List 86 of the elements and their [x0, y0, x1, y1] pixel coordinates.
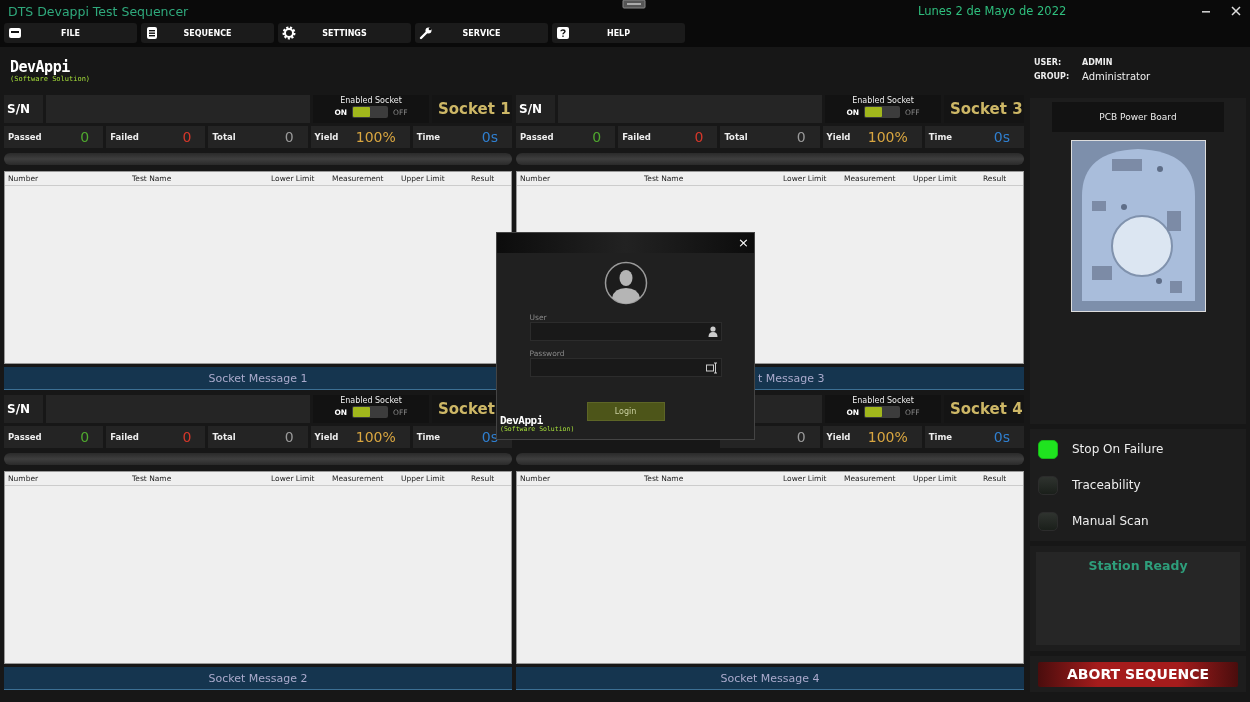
help-icon: [556, 26, 570, 40]
socket-title: Socket 4: [950, 399, 1023, 418]
socket-title: Socket: [438, 399, 495, 418]
window-title: DTS Devappi Test Sequencer: [8, 3, 190, 19]
abort-button[interactable]: ABORT SEQUENCE: [1038, 661, 1238, 687]
enable-toggle[interactable]: [352, 406, 389, 418]
box-icon: [8, 26, 22, 40]
close-button[interactable]: ×: [733, 233, 754, 253]
stat-value: 0s: [481, 128, 498, 145]
stat-label: Yield: [826, 131, 851, 142]
enable-label: Enabled Socket: [340, 395, 402, 406]
menu-button[interactable]: HELP: [552, 23, 685, 43]
serial-label: S/N: [7, 101, 31, 116]
date-label: Lunes 2 de Mayo de 2022: [918, 4, 1067, 18]
stat-value: 100%: [867, 128, 908, 145]
stat-value: 0: [796, 428, 806, 445]
serial-label: S/N: [519, 101, 543, 116]
logo-name: DevAppi: [500, 415, 543, 426]
window-icon: [622, 0, 646, 9]
login-button[interactable]: Login: [586, 402, 665, 421]
socket-message: Socket Message 4: [720, 671, 820, 685]
stat-value: 0: [284, 128, 294, 145]
stat-value: 0: [592, 128, 602, 145]
socket-message: Socket Message 1: [208, 371, 308, 385]
close-icon[interactable]: [1230, 5, 1242, 17]
avatar-icon: [603, 261, 648, 305]
enable-toggle[interactable]: [352, 106, 389, 118]
serial-label: S/N: [7, 401, 31, 416]
menu-button[interactable]: SERVICE: [415, 23, 548, 43]
stat-label: Failed: [110, 131, 139, 142]
stat-value: 0: [694, 128, 704, 145]
option-label: Manual Scan: [1072, 514, 1149, 528]
stat-value: 100%: [355, 428, 396, 445]
stat-label: Total: [212, 431, 236, 442]
stat-label: Time: [416, 431, 441, 442]
person-icon: [707, 326, 718, 337]
menu-button[interactable]: SEQUENCE: [141, 23, 274, 43]
option-label: Traceability: [1072, 478, 1141, 492]
stat-label: Yield: [826, 431, 851, 442]
settings-icon: [282, 26, 296, 40]
stat-label: Time: [928, 431, 953, 442]
stat-label: Time: [928, 131, 953, 142]
stat-value: 100%: [867, 428, 908, 445]
stat-label: Passed: [8, 431, 42, 442]
document-icon: [145, 26, 159, 40]
stat-label: Passed: [520, 131, 554, 142]
wrench-icon: [419, 26, 433, 40]
logo-name: DevAppi: [10, 59, 70, 75]
socket-title: Socket 3: [950, 99, 1023, 118]
stat-label: Failed: [110, 431, 139, 442]
stat-value: 0: [284, 428, 294, 445]
socket-message: t Message 3: [758, 371, 825, 385]
group-label: GROUP:: [1034, 72, 1071, 81]
stat-label: Yield: [314, 131, 339, 142]
menu-button[interactable]: FILE: [4, 23, 137, 43]
stat-value: 0s: [993, 428, 1010, 445]
stat-value: 0: [182, 128, 192, 145]
stat-label: Passed: [8, 131, 42, 142]
stat-value: 0: [182, 428, 192, 445]
enable-label: Enabled Socket: [340, 95, 402, 106]
enable-label: Enabled Socket: [852, 395, 914, 406]
stat-label: Yield: [314, 431, 339, 442]
stat-label: Time: [416, 131, 441, 142]
enable-label: Enabled Socket: [852, 95, 914, 106]
enable-toggle[interactable]: [864, 106, 901, 118]
stat-value: 0: [80, 128, 90, 145]
stat-value: 0: [796, 128, 806, 145]
enable-toggle[interactable]: [864, 406, 901, 418]
stat-value: 100%: [355, 128, 396, 145]
option-indicator[interactable]: [1038, 439, 1058, 459]
status-text: Station Ready: [1088, 558, 1188, 575]
socket-message: Socket Message 2: [208, 671, 308, 685]
user-label: USER:: [1034, 58, 1063, 67]
stat-value: 0: [80, 428, 90, 445]
stat-value: 0s: [993, 128, 1010, 145]
product-name: PCB Power Board: [1052, 102, 1224, 132]
user-field[interactable]: [529, 322, 722, 341]
menu-button[interactable]: SETTINGS: [278, 23, 411, 43]
stat-label: Total: [212, 131, 236, 142]
option-label: Stop On Failure: [1072, 442, 1164, 456]
stat-label: Total: [724, 131, 748, 142]
group-name: Administrator: [1082, 71, 1151, 82]
user-name: ADMIN: [1082, 58, 1113, 67]
socket-title: Socket 1: [438, 99, 511, 118]
stat-label: Failed: [622, 131, 651, 142]
password-field[interactable]: [529, 358, 722, 377]
